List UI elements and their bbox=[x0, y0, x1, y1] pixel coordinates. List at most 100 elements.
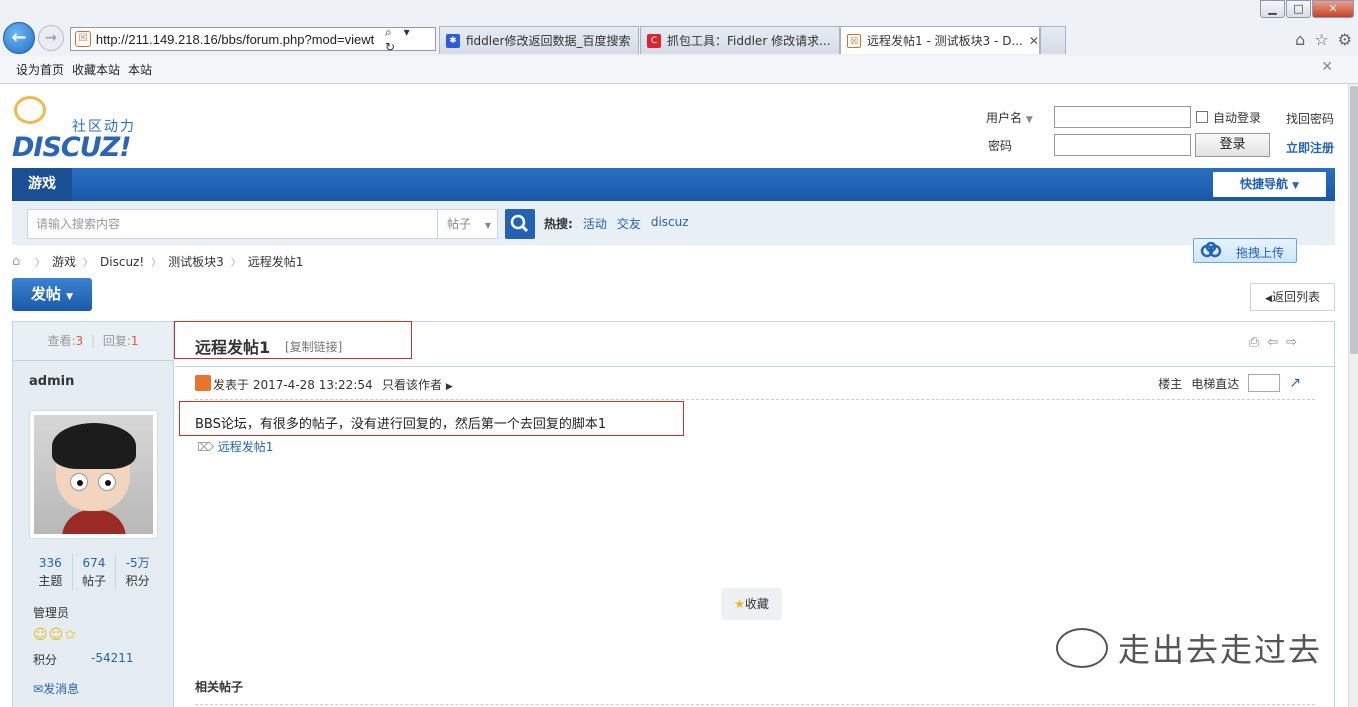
posts-count[interactable]: 674 帖子 bbox=[71, 554, 116, 590]
avatar-eye bbox=[70, 473, 88, 491]
vertical-scrollbar[interactable] bbox=[1348, 84, 1358, 707]
only-author-link[interactable]: 只看该作者 ▶ bbox=[382, 376, 453, 393]
username-label[interactable]: 用户名 ▼ bbox=[986, 109, 1033, 126]
floor-input[interactable] bbox=[1248, 374, 1281, 392]
browser-tools: ⌂ ☆ ⚙ bbox=[1295, 30, 1352, 49]
divider bbox=[195, 704, 1315, 705]
replies-count: 1 bbox=[130, 334, 139, 348]
chevron-right-icon: 〉 bbox=[230, 258, 241, 269]
chevron-right-icon: 〉 bbox=[151, 258, 162, 269]
jump-go-icon[interactable]: ↗ bbox=[1289, 375, 1301, 391]
watermark-text: 走出去走过去 bbox=[1118, 631, 1323, 669]
back-to-list-button[interactable]: ◀返回列表 bbox=[1250, 283, 1335, 311]
forward-arrow-icon: → bbox=[45, 30, 57, 46]
prev-thread-icon[interactable]: ⇦ bbox=[1267, 335, 1278, 350]
breadcrumb-item[interactable]: Discuz! bbox=[100, 255, 144, 269]
scrollbar-thumb[interactable] bbox=[1350, 86, 1358, 354]
username-input[interactable] bbox=[1054, 106, 1191, 128]
online-status-icon bbox=[195, 375, 211, 391]
avatar-image bbox=[34, 415, 153, 534]
breadcrumb-item[interactable]: 游戏 bbox=[52, 253, 76, 270]
print-icon[interactable]: ⎙ bbox=[1249, 335, 1259, 350]
tag-icon: ⌦ bbox=[197, 440, 214, 454]
search-type-select[interactable]: 帖子 ▼ bbox=[437, 209, 498, 239]
home-icon[interactable]: ⌂ bbox=[12, 254, 28, 269]
logo-wordmark: DISCUZ! bbox=[12, 132, 132, 163]
site-logo[interactable]: 社区动力 DISCUZ! bbox=[12, 96, 152, 163]
post-tag[interactable]: ⌦ 远程发帖1 bbox=[197, 438, 273, 455]
logo-bubble-icon bbox=[14, 96, 46, 124]
avatar-hair bbox=[52, 423, 136, 469]
drag-upload-button[interactable]: 拖拽上传 bbox=[1193, 238, 1297, 263]
home-icon[interactable]: ⌂ bbox=[1295, 30, 1305, 49]
breadcrumb-current[interactable]: 远程发帖1 bbox=[248, 253, 304, 270]
hot-label: 热搜: bbox=[544, 217, 573, 231]
score-value: -54211 bbox=[91, 651, 134, 665]
auto-login-label: 自动登录 bbox=[1213, 111, 1262, 125]
avatar[interactable] bbox=[29, 410, 158, 539]
register-link[interactable]: 立即注册 bbox=[1286, 139, 1334, 156]
cloud-icon bbox=[1200, 242, 1222, 258]
address-tools[interactable]: ⌕ ▾ ↻ bbox=[385, 25, 435, 54]
next-thread-icon[interactable]: ⇨ bbox=[1286, 335, 1297, 350]
close-window-button[interactable]: ✕ bbox=[1312, 0, 1354, 18]
address-url[interactable]: http://211.149.218.16/bbs/forum.php?mod=… bbox=[96, 32, 381, 47]
tab-close-icon[interactable]: ✕ bbox=[1029, 34, 1039, 48]
maximize-button[interactable]: □ bbox=[1286, 0, 1311, 18]
settings-gear-icon[interactable]: ⚙ bbox=[1338, 30, 1352, 49]
author-role[interactable]: 管理员 bbox=[33, 604, 69, 621]
send-message-link[interactable]: ✉发消息 bbox=[33, 680, 79, 697]
baidu-paw-icon: ✱ bbox=[446, 33, 460, 48]
views-count: 3 bbox=[75, 334, 84, 348]
replies-label: 回复: bbox=[102, 334, 131, 348]
highlight-box-title bbox=[174, 321, 412, 359]
breadcrumb-item[interactable]: 测试板块3 bbox=[168, 253, 224, 270]
forward-button[interactable]: → bbox=[38, 25, 64, 51]
main-nav: 游戏 快捷导航 ▼ bbox=[12, 168, 1335, 201]
find-password-link[interactable]: 找回密码 bbox=[1286, 110, 1334, 127]
tab-label: 远程发帖1 - 测试板块3 - D... bbox=[867, 34, 1023, 48]
back-to-list-label: 返回列表 bbox=[1271, 290, 1320, 304]
star-icon: ★ bbox=[734, 597, 745, 611]
address-bar[interactable]: ☒ http://211.149.218.16/bbs/forum.php?mo… bbox=[70, 25, 436, 54]
search-button[interactable] bbox=[505, 209, 535, 239]
nav-item-games[interactable]: 游戏 bbox=[12, 168, 72, 201]
search-input[interactable]: 请输入搜索内容 bbox=[27, 209, 438, 239]
author-name[interactable]: admin bbox=[29, 374, 74, 389]
link-bookmark-site[interactable]: 收藏本站 bbox=[72, 61, 120, 78]
watermark: 走出去走过去 bbox=[1056, 625, 1322, 671]
favorite-button[interactable]: ★收藏 bbox=[721, 588, 782, 620]
tab-label: 抓包工具：Fiddler 修改请求... bbox=[667, 34, 831, 48]
new-tab-button[interactable] bbox=[1040, 26, 1066, 54]
chevron-down-icon: ▼ bbox=[484, 221, 491, 230]
tab-baidu[interactable]: ✱ fiddler修改返回数据_百度搜索 bbox=[439, 26, 639, 54]
quick-nav-button[interactable]: 快捷导航 ▼ bbox=[1213, 172, 1326, 197]
minimize-button[interactable]: ▁ bbox=[1260, 0, 1285, 18]
new-post-button[interactable]: 发帖 ▼ bbox=[12, 278, 92, 311]
hot-link[interactable]: 活动 bbox=[583, 215, 607, 232]
hot-link[interactable]: 交友 bbox=[617, 215, 641, 232]
discuz-favicon-icon: ☒ bbox=[847, 33, 861, 48]
chevron-left-icon: ◀ bbox=[1265, 294, 1272, 304]
favorites-star-icon[interactable]: ☆ bbox=[1314, 30, 1328, 49]
hot-link[interactable]: discuz bbox=[651, 215, 689, 232]
auto-login-checkbox[interactable] bbox=[1196, 111, 1208, 123]
back-button[interactable]: ← bbox=[3, 22, 35, 54]
login-button[interactable]: 登录 bbox=[1195, 133, 1270, 157]
close-bar-icon[interactable]: ✕ bbox=[1321, 59, 1333, 75]
topics-count[interactable]: 336 主题 bbox=[29, 554, 72, 590]
password-input[interactable] bbox=[1054, 134, 1191, 156]
credits-count[interactable]: -5万 积分 bbox=[115, 554, 159, 590]
tab-fiddler-article[interactable]: C 抓包工具：Fiddler 修改请求... bbox=[640, 26, 840, 54]
related-threads-heading: 相关帖子 bbox=[195, 680, 244, 694]
breadcrumb: ⌂ 〉 游戏 〉 Discuz! 〉 测试板块3 〉 远程发帖1 bbox=[12, 253, 303, 270]
title-tools: ⎙ ⇦ ⇨ bbox=[1249, 335, 1297, 350]
upload-label: 拖拽上传 bbox=[1236, 246, 1285, 260]
link-this-site[interactable]: 本站 bbox=[128, 61, 152, 78]
new-post-label: 发帖 bbox=[30, 285, 61, 303]
chevron-right-icon: 〉 bbox=[35, 258, 45, 269]
rank-icons: ☺☺✩ bbox=[33, 627, 77, 643]
link-set-homepage[interactable]: 设为首页 bbox=[16, 61, 64, 78]
post-time: 发表于 2017-4-28 13:22:54 bbox=[213, 378, 373, 392]
tab-current[interactable]: ☒ 远程发帖1 - 测试板块3 - D... ✕ bbox=[840, 26, 1040, 54]
